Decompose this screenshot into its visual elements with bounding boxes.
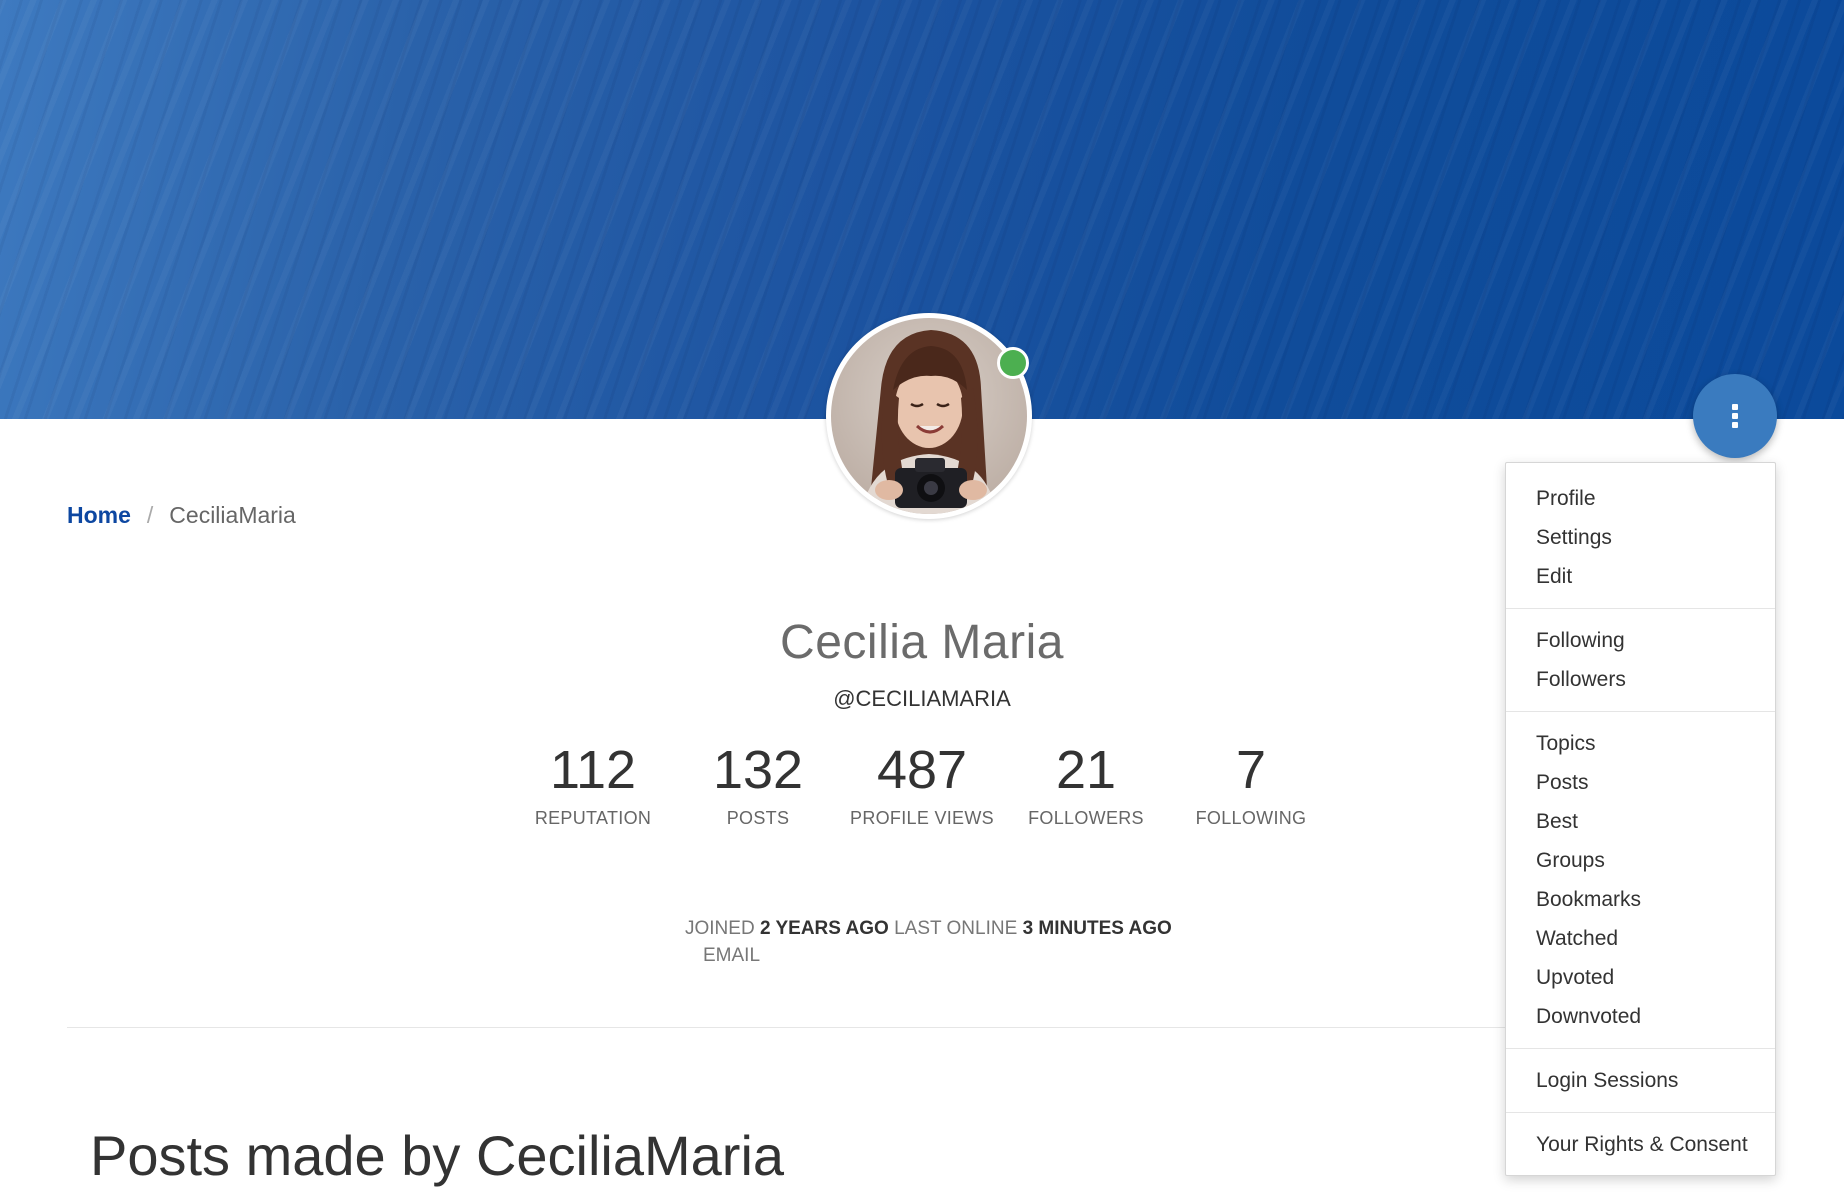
last-online-label: LAST ONLINE — [894, 918, 1018, 939]
joined-value: 2 YEARS AGO — [759, 918, 889, 939]
stat-value: 132 — [712, 740, 804, 800]
menu-item-bookmarks[interactable]: Bookmarks — [1506, 880, 1775, 919]
stat-profile-views: 487 PROFILE VIEWS — [840, 738, 1004, 829]
profile-meta: JOINED 2 YEARS AGO LAST ONLINE 3 MINUTES… — [685, 915, 1172, 969]
menu-item-watched[interactable]: Watched — [1506, 919, 1775, 958]
menu-group-social: Following Followers — [1506, 615, 1775, 705]
menu-item-posts[interactable]: Posts — [1506, 763, 1775, 802]
stat-value: 21 — [1055, 740, 1117, 800]
menu-item-downvoted[interactable]: Downvoted — [1506, 997, 1775, 1036]
vertical-ellipsis-icon — [1732, 404, 1738, 428]
menu-divider — [1506, 711, 1775, 712]
stat-followers[interactable]: 21 FOLLOWERS — [1004, 738, 1168, 829]
stat-label: PROFILE VIEWS — [850, 808, 994, 828]
stat-value: 487 — [876, 740, 968, 800]
stat-label: POSTS — [726, 808, 790, 828]
breadcrumb-current: CeciliaMaria — [169, 502, 296, 528]
section-divider — [67, 1027, 1507, 1028]
menu-item-settings[interactable]: Settings — [1506, 518, 1775, 557]
menu-group-consent: Your Rights & Consent — [1506, 1119, 1775, 1170]
menu-item-topics[interactable]: Topics — [1506, 724, 1775, 763]
email-label: EMAIL — [703, 945, 761, 966]
stat-value: 112 — [549, 740, 637, 800]
online-status-indicator — [997, 347, 1029, 379]
menu-item-groups[interactable]: Groups — [1506, 841, 1775, 880]
avatar[interactable] — [826, 313, 1032, 519]
breadcrumb-home-link[interactable]: Home — [67, 502, 131, 529]
stat-reputation: 112 REPUTATION — [511, 738, 675, 829]
menu-divider — [1506, 1048, 1775, 1049]
stat-label: REPUTATION — [534, 808, 652, 828]
avatar-image — [831, 318, 1027, 514]
menu-group-content: Topics Posts Best Groups Bookmarks Watch… — [1506, 718, 1775, 1042]
stat-following[interactable]: 7 FOLLOWING — [1169, 738, 1333, 829]
last-online-value: 3 MINUTES AGO — [1022, 918, 1172, 939]
profile-menu-button[interactable] — [1693, 374, 1777, 458]
posts-section-title: Posts made by CeciliaMaria — [90, 1123, 785, 1187]
menu-divider — [1506, 608, 1775, 609]
menu-item-edit[interactable]: Edit — [1506, 557, 1775, 596]
breadcrumb: Home / CeciliaMaria — [67, 502, 296, 529]
breadcrumb-separator: / — [146, 502, 154, 528]
joined-label: JOINED — [685, 918, 755, 939]
menu-item-login-sessions[interactable]: Login Sessions — [1506, 1061, 1775, 1100]
stat-label: FOLLOWING — [1195, 808, 1307, 828]
profile-dropdown-menu: Profile Settings Edit Following Follower… — [1505, 462, 1776, 1176]
profile-activity-line: JOINED 2 YEARS AGO LAST ONLINE 3 MINUTES… — [685, 915, 1172, 942]
menu-group-security: Login Sessions — [1506, 1055, 1775, 1106]
menu-item-followers[interactable]: Followers — [1506, 660, 1775, 699]
menu-divider — [1506, 1112, 1775, 1113]
menu-item-best[interactable]: Best — [1506, 802, 1775, 841]
menu-group-account: Profile Settings Edit — [1506, 473, 1775, 602]
menu-item-rights-consent[interactable]: Your Rights & Consent — [1506, 1125, 1775, 1164]
menu-item-upvoted[interactable]: Upvoted — [1506, 958, 1775, 997]
stat-value: 7 — [1235, 740, 1267, 800]
menu-item-following[interactable]: Following — [1506, 621, 1775, 660]
menu-item-profile[interactable]: Profile — [1506, 479, 1775, 518]
stat-posts[interactable]: 132 POSTS — [676, 738, 840, 829]
stat-label: FOLLOWERS — [1028, 808, 1144, 828]
